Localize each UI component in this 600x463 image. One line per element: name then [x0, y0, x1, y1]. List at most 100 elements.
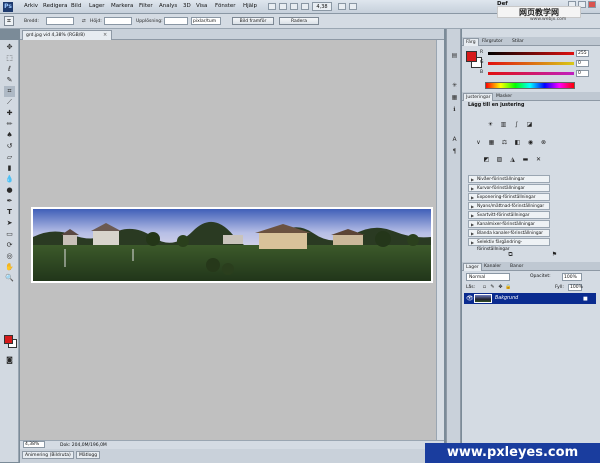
- color-balance-icon[interactable]: ⚖: [500, 138, 509, 147]
- resolution-input[interactable]: [164, 17, 188, 25]
- menu-redigera[interactable]: Redigera: [43, 3, 67, 9]
- marquee-tool-icon[interactable]: ⬚: [4, 53, 15, 64]
- dodge-tool-icon[interactable]: ●: [4, 185, 15, 196]
- photo-filter-icon[interactable]: ◉: [526, 138, 535, 147]
- arrange-documents-button[interactable]: [338, 3, 346, 10]
- resolution-unit-select[interactable]: pixlar/tum: [191, 17, 221, 25]
- hand-tool-icon[interactable]: ✋: [4, 262, 15, 273]
- red-slider[interactable]: [488, 52, 574, 55]
- pen-tool-icon[interactable]: ✒: [4, 196, 15, 207]
- fill-input[interactable]: 100%: [568, 284, 583, 291]
- paragraph-panel-icon[interactable]: ¶: [450, 147, 459, 156]
- 3d-orbit-tool-icon[interactable]: ◎: [4, 251, 15, 262]
- clip-to-layer-icon[interactable]: ⧉: [506, 250, 515, 259]
- foreground-color-swatch[interactable]: [4, 335, 13, 344]
- shape-tool-icon[interactable]: ▭: [4, 229, 15, 240]
- path-selection-tool-icon[interactable]: ➤: [4, 218, 15, 229]
- invert-icon[interactable]: ◩: [482, 155, 491, 164]
- document-close-icon[interactable]: ×: [103, 32, 107, 38]
- tab-measurement-log[interactable]: Mätlogg: [76, 451, 101, 459]
- blur-tool-icon[interactable]: 💧: [4, 174, 15, 185]
- preset-mix-channels[interactable]: ▶ Blanda kanaler-förinställningar: [468, 229, 550, 237]
- navigator-panel-icon[interactable]: ✳: [450, 81, 459, 90]
- preset-curves[interactable]: ▶ Kurvor-förinställningar: [468, 184, 550, 192]
- exposure-icon[interactable]: ◪: [525, 120, 534, 129]
- visibility-eye-icon[interactable]: 👁: [466, 295, 474, 302]
- zoom-view-button[interactable]: [301, 3, 309, 10]
- menu-arkiv[interactable]: Arkiv: [24, 3, 38, 9]
- blue-slider[interactable]: [488, 72, 574, 75]
- width-input[interactable]: [46, 17, 74, 25]
- menu-3d[interactable]: 3D: [183, 3, 191, 9]
- zoom-tool-icon[interactable]: 🔍: [4, 273, 15, 284]
- hue-saturation-icon[interactable]: ▦: [487, 138, 496, 147]
- tab-paths[interactable]: Banor: [508, 263, 525, 271]
- close-button[interactable]: [588, 1, 596, 8]
- screen-mode-button[interactable]: [349, 3, 357, 10]
- posterize-icon[interactable]: ▨: [495, 155, 504, 164]
- menu-bild[interactable]: Bild: [71, 3, 81, 9]
- blue-value-input[interactable]: 0: [576, 70, 589, 77]
- curves-icon[interactable]: ∫: [512, 120, 521, 129]
- height-input[interactable]: [104, 17, 132, 25]
- histogram-panel-icon[interactable]: ▦: [450, 93, 459, 102]
- zoom-level-field[interactable]: 4,38: [312, 2, 332, 11]
- preset-exposure[interactable]: ▶ Exponering-förinställningar: [468, 193, 550, 201]
- vibrance-icon[interactable]: ∨: [474, 138, 483, 147]
- brightness-icon[interactable]: ☀: [486, 120, 495, 129]
- levels-icon[interactable]: ▥: [499, 120, 508, 129]
- brush-tool-icon[interactable]: ✏: [4, 119, 15, 130]
- healing-brush-tool-icon[interactable]: ✚: [4, 108, 15, 119]
- tab-color[interactable]: Färg: [463, 38, 479, 46]
- tab-styles[interactable]: Stilar: [510, 38, 526, 46]
- front-image-button[interactable]: Bild framför: [232, 17, 274, 25]
- vertical-scrollbar[interactable]: [436, 40, 444, 440]
- opacity-input[interactable]: 100%: [562, 273, 582, 281]
- gradient-map-icon[interactable]: ▬: [521, 155, 530, 164]
- crop-tool-preset-icon[interactable]: ⌗: [4, 16, 14, 26]
- tab-adjustments[interactable]: Justeringar: [463, 93, 494, 101]
- menu-markera[interactable]: Markera: [111, 3, 133, 9]
- clone-stamp-tool-icon[interactable]: ♠: [4, 130, 15, 141]
- preset-channel-mixer[interactable]: ▶ Kanalmixer-förinställningar: [468, 220, 550, 228]
- quick-select-tool-icon[interactable]: ✎: [4, 75, 15, 86]
- swap-icon[interactable]: ⇄: [82, 19, 86, 24]
- red-value-input[interactable]: 255: [576, 50, 589, 57]
- menu-fonster[interactable]: Fönster: [215, 3, 236, 9]
- color-spectrum-bar[interactable]: [485, 82, 575, 89]
- menu-visa[interactable]: Visa: [196, 3, 207, 9]
- launch-bridge-button[interactable]: [268, 3, 276, 10]
- preset-black-white[interactable]: ▶ Svartvitt-förinställningar: [468, 211, 550, 219]
- move-tool-icon[interactable]: ✥: [4, 42, 15, 53]
- lasso-tool-icon[interactable]: ℓ: [4, 64, 15, 75]
- color-panel-foreground-swatch[interactable]: [466, 51, 477, 62]
- crop-tool-icon[interactable]: ⌗: [4, 86, 15, 97]
- type-tool-icon[interactable]: T: [4, 207, 15, 218]
- view-extras-button[interactable]: [279, 3, 287, 10]
- eraser-tool-icon[interactable]: ▱: [4, 152, 15, 163]
- quick-mask-icon[interactable]: ◙: [4, 355, 15, 366]
- eyedropper-tool-icon[interactable]: ⟋: [4, 97, 15, 108]
- green-value-input[interactable]: 0: [576, 60, 589, 67]
- menu-hjalp[interactable]: Hjälp: [243, 3, 257, 9]
- menu-analys[interactable]: Analys: [159, 3, 177, 9]
- tab-channels[interactable]: Kanaler: [482, 263, 503, 271]
- history-panel-icon[interactable]: ▤: [450, 51, 459, 60]
- threshold-icon[interactable]: ◮: [508, 155, 517, 164]
- clear-button[interactable]: Radera: [279, 17, 319, 25]
- history-brush-tool-icon[interactable]: ↺: [4, 141, 15, 152]
- selective-color-icon[interactable]: ✕: [534, 155, 543, 164]
- green-slider[interactable]: [488, 62, 574, 65]
- tab-masks[interactable]: Masker: [494, 93, 514, 101]
- info-panel-icon[interactable]: ℹ: [450, 105, 459, 114]
- presets-toggle-icon[interactable]: ⚑: [550, 250, 559, 259]
- hand-view-button[interactable]: [290, 3, 298, 10]
- black-white-icon[interactable]: ◧: [513, 138, 522, 147]
- 3d-rotate-tool-icon[interactable]: ⟳: [4, 240, 15, 251]
- preset-hue-saturation[interactable]: ▶ Nyans/mättnad-förinställningar: [468, 202, 550, 210]
- blend-mode-select[interactable]: Normal: [466, 273, 510, 281]
- preset-selective-color[interactable]: ▶ Selektiv färgändring-förinställningar: [468, 238, 550, 252]
- menu-lager[interactable]: Lager: [89, 3, 105, 9]
- preset-levels[interactable]: ▶ Nivåer-förinställningar: [468, 175, 550, 183]
- character-panel-icon[interactable]: A: [450, 135, 459, 144]
